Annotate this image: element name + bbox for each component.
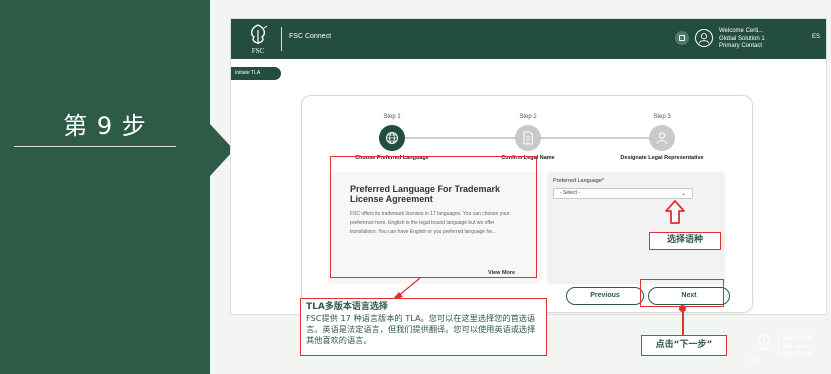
step-3-circle [649,125,675,151]
preferred-language-select[interactable]: - Select - ⌄ [553,188,693,199]
step-divider [14,146,176,147]
step-3[interactable]: Step 3 Designate Legal Representative [602,114,722,161]
welcome-name: Welcome Certi... [719,28,764,34]
forests-line-1: FORESTS [778,335,813,342]
previous-button[interactable]: Previous [566,287,644,305]
preferred-language-label: Preferred Language* [553,178,605,184]
next-button-highlight [640,279,724,307]
forests-tagline: FORESTS FOR ALL FOREVER [778,335,813,359]
step-3-caption: Designate Legal Representative [620,155,704,161]
initiate-tla-tab[interactable]: Initiate TLA [231,67,281,80]
step-3-title: Step 3 [653,114,671,120]
step-1-title: Step 1 [383,114,401,120]
fsc-brand-text: FSC [750,356,763,364]
person-icon [656,132,668,145]
document-icon [523,131,533,145]
user-menu[interactable]: Welcome Certi... Global Solution 1 Prima… [719,28,765,51]
avatar-icon[interactable] [695,29,713,47]
language-form: Preferred Language* - Select - ⌄ [547,172,725,284]
app-header: FSC FSC Connect Welcome Certi... Global … [231,19,826,59]
next-connector-line [682,308,684,335]
chevron-down-icon: ⌄ [680,191,686,197]
step-label: 第 9 步 [63,112,147,140]
arrow-up-icon [665,200,685,224]
globe-icon [386,132,398,144]
notification-icon[interactable] [675,31,689,45]
language-switcher[interactable]: ES [812,34,820,40]
fsc-logo-icon[interactable]: FSC [241,22,275,56]
click-next-callout: 点击“下一步” [641,335,727,356]
welcome-role: Primary Contact [719,43,763,49]
tla-callout: TLA多版本语言选择 FSC提供 17 种语言版本的 TLA。您可以在这里选择您… [300,298,547,356]
step-1[interactable]: Step 1 Choose Preferred Language [332,114,452,161]
forests-line-2: FOR ALL [778,343,810,350]
info-panel-highlight [330,156,537,278]
select-language-callout: 选择语种 [649,232,721,250]
step-2[interactable]: Step 2 Confirm Legal Name [468,114,588,161]
welcome-org: Global Solution 1 [719,35,765,42]
tla-callout-title: TLA多版本语言选择 [306,302,388,312]
forests-line-3: FOREVER [778,351,813,358]
fsc-logo-text: FSC [252,47,265,55]
preferred-language-value: - Select - [560,190,581,196]
step-2-circle [515,125,541,151]
header-separator [281,27,282,51]
tla-callout-body: FSC提供 17 种语言版本的 TLA。您可以在这里选择您的首选语言。英语是法定… [306,313,536,345]
step-2-title: Step 2 [519,114,537,120]
app-name: FSC Connect [289,33,332,40]
left-panel: 第 9 步 [0,0,210,374]
step-1-circle [379,125,405,151]
